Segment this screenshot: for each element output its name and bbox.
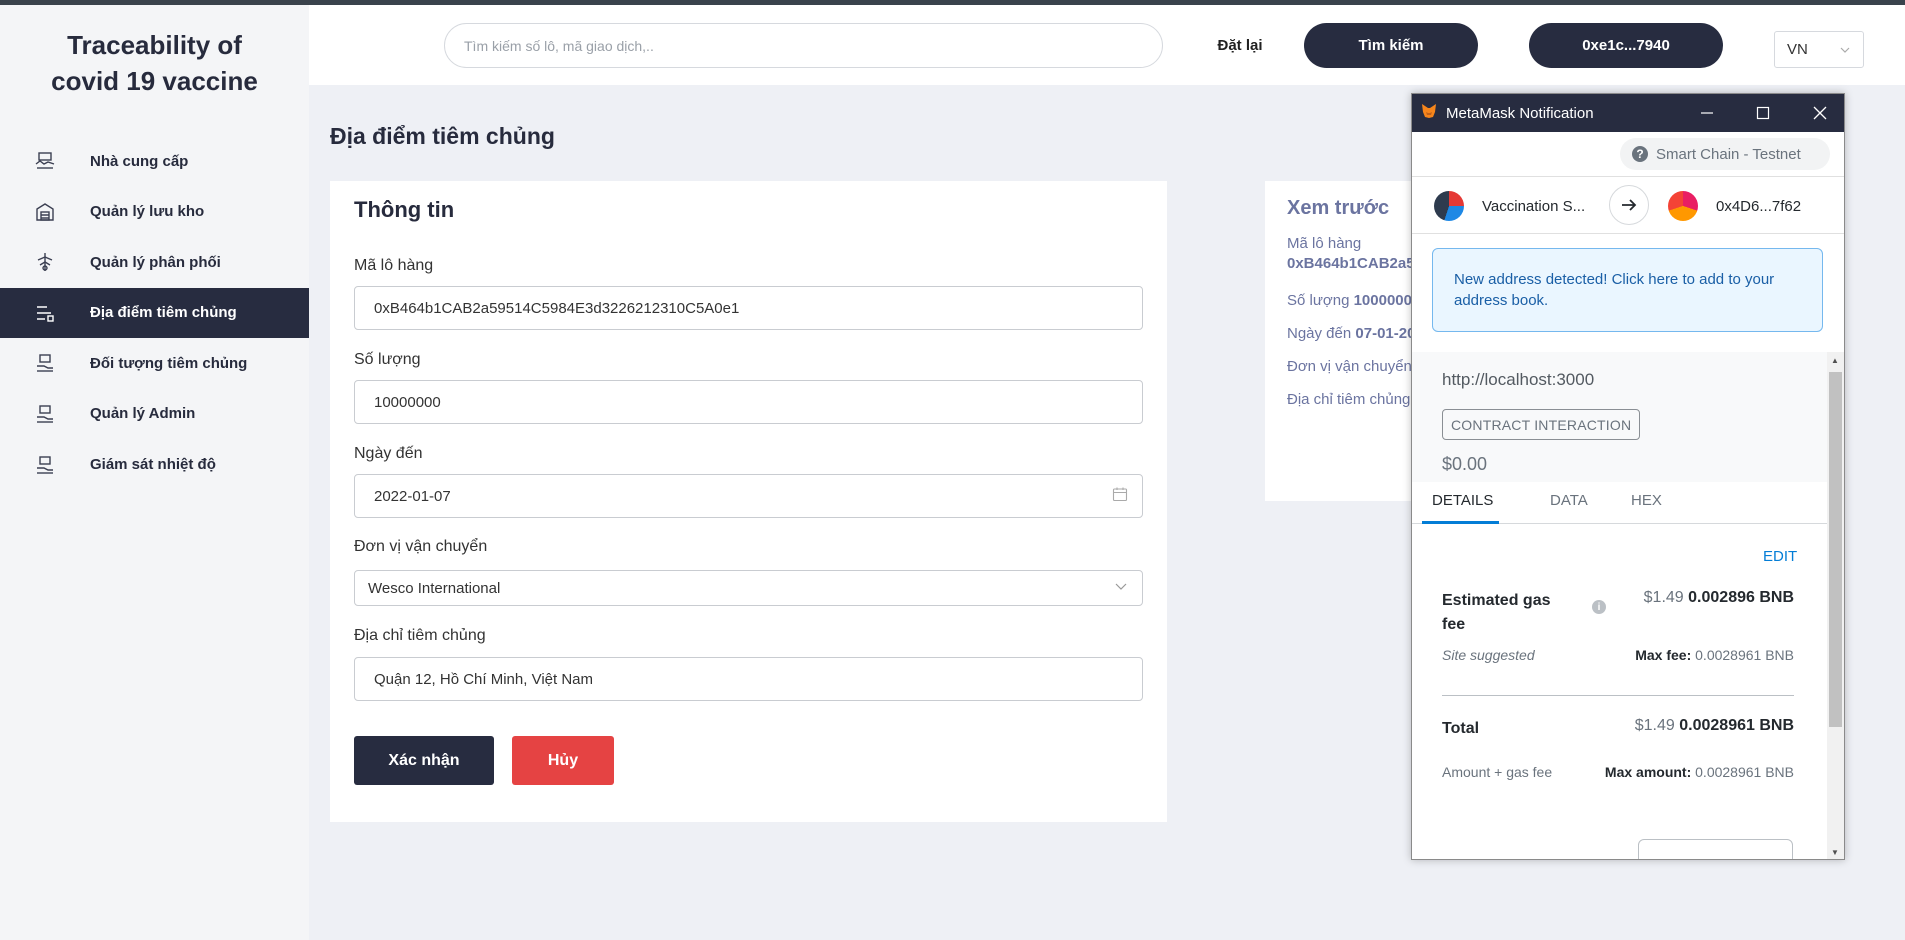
sidebar-item-temperature[interactable]: Giám sát nhiệt độ xyxy=(0,440,309,490)
total-label: Total xyxy=(1442,720,1480,737)
window-titlebar[interactable]: MetaMask Notification xyxy=(1412,94,1844,132)
question-icon: ? xyxy=(1632,146,1648,162)
preview-lot-value: 0xB464b1CAB2a59514C5984E3d3226212310C5A0… xyxy=(1287,255,1415,272)
carrier-label: Đơn vị vận chuyển xyxy=(354,538,488,555)
minimize-icon[interactable] xyxy=(1697,103,1717,123)
supplier-icon xyxy=(34,150,56,172)
new-address-alert[interactable]: New address detected! Click here to add … xyxy=(1432,248,1823,332)
vaccination-site-icon xyxy=(34,302,56,324)
action-button-partial[interactable] xyxy=(1638,839,1793,859)
tab-hex[interactable]: HEX xyxy=(1631,492,1662,509)
date-input[interactable]: 2022-01-07 xyxy=(354,474,1143,518)
scroll-down-icon[interactable]: ▼ xyxy=(1831,848,1839,857)
arrow-right-icon xyxy=(1609,185,1649,225)
reset-button[interactable]: Đặt lại xyxy=(1195,23,1285,68)
transaction-amount: $0.00 xyxy=(1442,454,1488,474)
lot-label: Mã lô hàng xyxy=(354,257,434,274)
chevron-down-icon xyxy=(1839,43,1851,60)
tab-data[interactable]: DATA xyxy=(1550,492,1588,509)
tab-details[interactable]: DETAILS xyxy=(1432,492,1493,509)
scrollbar-thumb[interactable] xyxy=(1829,372,1842,727)
warehouse-icon xyxy=(34,201,56,223)
date-label: Ngày đến xyxy=(354,445,423,462)
distribution-icon xyxy=(34,251,56,273)
from-account[interactable]: Vaccination S... xyxy=(1434,191,1585,221)
preview-lot-label: Mã lô hàng xyxy=(1287,235,1362,252)
preview-card: Xem trước Mã lô hàng 0xB464b1CAB2a59514C… xyxy=(1265,181,1415,501)
account-avatar-icon xyxy=(1668,191,1698,221)
edit-gas-link[interactable]: EDIT xyxy=(1763,548,1797,565)
info-form: Thông tin Mã lô hàng 0xB464b1CAB2a59514C… xyxy=(330,181,1167,822)
details-tabs: DETAILS DATA HEX xyxy=(1412,482,1827,524)
network-selector[interactable]: ? Smart Chain - Testnet xyxy=(1620,138,1830,170)
account-flow: Vaccination S... 0x4D6...7f62 xyxy=(1412,176,1844,234)
quantity-label: Số lượng xyxy=(354,351,421,368)
origin-url: http://localhost:3000 xyxy=(1442,370,1595,389)
sidebar: Traceability of covid 19 vaccine Nhà cun… xyxy=(0,5,309,940)
language-select[interactable]: VN xyxy=(1774,31,1864,68)
sidebar-item-admin[interactable]: Quản lý Admin xyxy=(0,389,309,439)
sidebar-item-vaccination-site[interactable]: Địa điểm tiêm chủng xyxy=(0,287,309,338)
page-title: Địa điểm tiêm chủng xyxy=(330,123,555,149)
total-value: $1.49 0.0028961 BNB xyxy=(1634,717,1794,734)
preview-date: Ngày đến 07-01-2022 xyxy=(1287,325,1415,342)
info-icon[interactable]: i xyxy=(1592,600,1606,614)
form-title: Thông tin xyxy=(354,197,455,222)
sidebar-item-distribution[interactable]: Quản lý phân phối xyxy=(0,237,309,287)
search-input[interactable] xyxy=(444,23,1163,68)
vaccine-recipient-icon xyxy=(34,352,56,374)
site-suggested-label: Site suggested xyxy=(1442,647,1535,663)
wallet-address-button[interactable]: 0xe1c...7940 xyxy=(1529,23,1723,68)
max-amount: Max amount: 0.0028961 BNB xyxy=(1604,764,1794,780)
brand-title: Traceability of covid 19 vaccine xyxy=(51,30,258,96)
close-icon[interactable] xyxy=(1810,103,1830,123)
cancel-button[interactable]: Hủy xyxy=(512,736,614,785)
admin-icon xyxy=(34,403,56,425)
sidebar-nav: Nhà cung cấp Quản lý lưu kho Quản lý phâ… xyxy=(0,136,309,490)
metamask-fox-icon xyxy=(1420,102,1438,124)
preview-carrier-label: Đơn vị vận chuyển xyxy=(1287,358,1412,375)
confirm-button[interactable]: Xác nhận xyxy=(354,736,494,785)
scroll-up-icon[interactable]: ▲ xyxy=(1831,356,1839,365)
active-tab-indicator xyxy=(1422,521,1499,524)
window-title: MetaMask Notification xyxy=(1446,104,1594,122)
lot-input[interactable]: 0xB464b1CAB2a59514C5984E3d3226212310C5A0… xyxy=(354,286,1143,330)
quantity-input[interactable]: 10000000 xyxy=(354,380,1143,424)
sidebar-item-supplier[interactable]: Nhà cung cấp xyxy=(0,136,309,186)
calendar-icon[interactable] xyxy=(1112,486,1128,506)
preview-address-label: Địa chỉ tiêm chủng xyxy=(1287,391,1411,408)
address-label: Địa chỉ tiêm chủng xyxy=(354,627,486,644)
chevron-down-icon xyxy=(1114,579,1128,597)
gas-fee-label: Estimated gas fee xyxy=(1442,592,1551,633)
sidebar-item-vaccine-recipient[interactable]: Đối tượng tiêm chủng xyxy=(0,338,309,388)
transaction-summary: http://localhost:3000 CONTRACT INTERACTI… xyxy=(1412,352,1827,482)
maximize-icon[interactable] xyxy=(1753,103,1773,123)
search-button[interactable]: Tìm kiếm xyxy=(1304,23,1478,68)
divider xyxy=(1442,695,1794,696)
account-avatar-icon xyxy=(1434,191,1464,221)
temperature-icon xyxy=(34,454,56,476)
gas-fee-value: $1.49 0.002896 BNB xyxy=(1643,589,1794,606)
sidebar-item-warehouse[interactable]: Quản lý lưu kho xyxy=(0,187,309,237)
max-fee: Max fee: 0.0028961 BNB xyxy=(1635,647,1794,663)
amount-gas-label: Amount + gas fee xyxy=(1442,764,1553,780)
header: Đặt lại Tìm kiếm 0xe1c...7940 VN xyxy=(309,5,1905,85)
preview-quantity: Số lượng 10000000 xyxy=(1287,292,1415,309)
contract-interaction-badge: CONTRACT INTERACTION xyxy=(1442,409,1641,440)
to-account[interactable]: 0x4D6...7f62 xyxy=(1668,191,1801,221)
carrier-select[interactable]: Wesco International xyxy=(354,570,1143,606)
preview-title: Xem trước xyxy=(1287,197,1390,219)
metamask-notification-window: MetaMask Notification ? Smart Chain - Te… xyxy=(1411,93,1845,860)
address-input[interactable]: Quận 12, Hồ Chí Minh, Việt Nam xyxy=(354,657,1143,701)
scrollbar[interactable]: ▲ ▼ xyxy=(1827,352,1844,859)
